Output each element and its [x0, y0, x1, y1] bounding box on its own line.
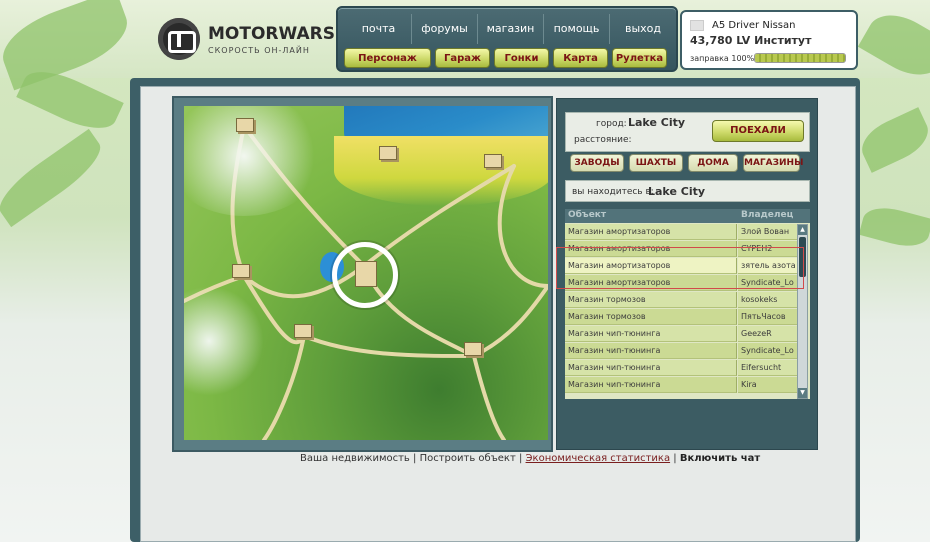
link-separator: |	[413, 453, 417, 464]
nav-forums-link[interactable]: форумы	[412, 14, 478, 44]
owner-cell[interactable]: ПятьЧасов	[738, 309, 797, 325]
object-cell: Магазин тормозов	[565, 292, 737, 308]
fuel-bar	[754, 53, 846, 63]
footer-links: Ваша недвижимость | Построить объект | Э…	[300, 453, 760, 464]
go-button[interactable]: ПОЕХАЛИ	[712, 120, 804, 142]
owner-cell[interactable]: Злой Вован	[738, 224, 797, 240]
fuel-label: заправка 100%	[690, 54, 755, 63]
distance-label: расстояние:	[574, 135, 632, 145]
realty-link[interactable]: Ваша недвижимость	[300, 453, 410, 464]
object-cell: Магазин чип-тюнинга	[565, 326, 737, 342]
object-cell: Магазин чип-тюнинга	[565, 377, 737, 393]
object-cell: Магазин амортизаторов	[565, 224, 737, 240]
owner-cell[interactable]: Eifersucht	[738, 360, 797, 376]
city-map[interactable]	[184, 106, 548, 440]
column-header-object[interactable]: Объект	[568, 210, 606, 220]
map-building-icon[interactable]	[232, 264, 250, 278]
map-building-icon[interactable]	[294, 324, 312, 338]
map-building-icon[interactable]	[484, 154, 502, 168]
nav-map-button[interactable]: Карта	[553, 48, 608, 68]
location-label: вы находитесь в:	[572, 187, 654, 197]
owner-cell[interactable]: Kira	[738, 377, 797, 393]
city-value: Lake City	[628, 116, 686, 129]
table-row[interactable]: Магазин тормозов ПятьЧасов	[565, 309, 797, 326]
object-cell: Магазин чип-тюнинга	[565, 360, 737, 376]
link-separator: |	[673, 453, 677, 464]
category-tabs: ЗАВОДЫ ШАХТЫ ДОМА МАГАЗИНЫ	[566, 154, 811, 176]
object-cell: Магазин чип-тюнинга	[565, 343, 737, 359]
tab-houses[interactable]: ДОМА	[688, 154, 738, 172]
player-car: A5 Driver Nissan	[712, 20, 796, 31]
player-money: 43,780 LV Институт	[690, 34, 812, 47]
map-building-icon[interactable]	[379, 146, 397, 160]
map-building-icon[interactable]	[464, 342, 482, 356]
owner-cell[interactable]: kosokeks	[738, 292, 797, 308]
foliage-decoration	[0, 128, 110, 228]
city-label: город:	[596, 119, 627, 129]
main-navigation: почта форумы магазин помощь выход Персон…	[336, 6, 678, 72]
nav-help-link[interactable]: помощь	[544, 14, 610, 44]
foliage-decoration	[854, 107, 930, 173]
table-row[interactable]: Магазин чип-тюнинга Eifersucht	[565, 360, 797, 377]
foliage-decoration	[858, 201, 930, 253]
scroll-down-arrow-icon[interactable]: ▼	[798, 388, 807, 398]
fuel-fill	[755, 54, 845, 62]
nav-mail-link[interactable]: почта	[346, 14, 412, 44]
car-icon	[690, 20, 704, 31]
object-cell: Магазин тормозов	[565, 309, 737, 325]
player-panel: A5 Driver Nissan 43,780 LV Институт запр…	[680, 10, 858, 70]
table-row[interactable]: Магазин тормозов kosokeks	[565, 292, 797, 309]
nav-races-button[interactable]: Гонки	[494, 48, 549, 68]
tab-shops[interactable]: МАГАЗИНЫ	[743, 154, 803, 172]
build-object-link[interactable]: Построить объект	[420, 453, 516, 464]
nav-shop-link[interactable]: магазин	[478, 14, 544, 44]
enable-chat-link[interactable]: Включить чат	[680, 453, 760, 464]
tab-mines[interactable]: ШАХТЫ	[629, 154, 683, 172]
nav-garage-button[interactable]: Гараж	[435, 48, 490, 68]
owner-cell[interactable]: Syndicate_Lo	[738, 343, 797, 359]
owner-cell[interactable]: GeezeR	[738, 326, 797, 342]
current-location-box: вы находитесь в: Lake City	[565, 180, 810, 202]
current-city-marker-icon[interactable]	[332, 242, 398, 308]
scroll-up-arrow-icon[interactable]: ▲	[798, 225, 807, 235]
highlight-annotation	[556, 247, 804, 289]
column-header-owner[interactable]: Владелец	[741, 210, 793, 220]
logo-icon	[158, 18, 200, 60]
location-value: Lake City	[648, 185, 706, 198]
nav-character-button[interactable]: Персонаж	[344, 48, 431, 68]
table-header: Объект Владелец	[565, 209, 810, 223]
tab-factories[interactable]: ЗАВОДЫ	[570, 154, 624, 172]
objects-table: Объект Владелец Магазин амортизаторов Зло…	[565, 209, 810, 399]
table-row[interactable]: Магазин чип-тюнинга GeezeR	[565, 326, 797, 343]
nav-logout-link[interactable]: выход	[610, 14, 676, 44]
table-row[interactable]: Магазин чип-тюнинга Kira	[565, 377, 797, 394]
link-separator: |	[518, 453, 523, 464]
table-row[interactable]: Магазин чип-тюнинга Syndicate_Lo	[565, 343, 797, 360]
table-row[interactable]: Магазин амортизаторов Злой Вован	[565, 224, 797, 241]
economic-stats-link[interactable]: Экономическая статистика	[526, 453, 671, 464]
map-building-icon[interactable]	[236, 118, 254, 132]
nav-roulette-button[interactable]: Рулетка	[612, 48, 667, 68]
